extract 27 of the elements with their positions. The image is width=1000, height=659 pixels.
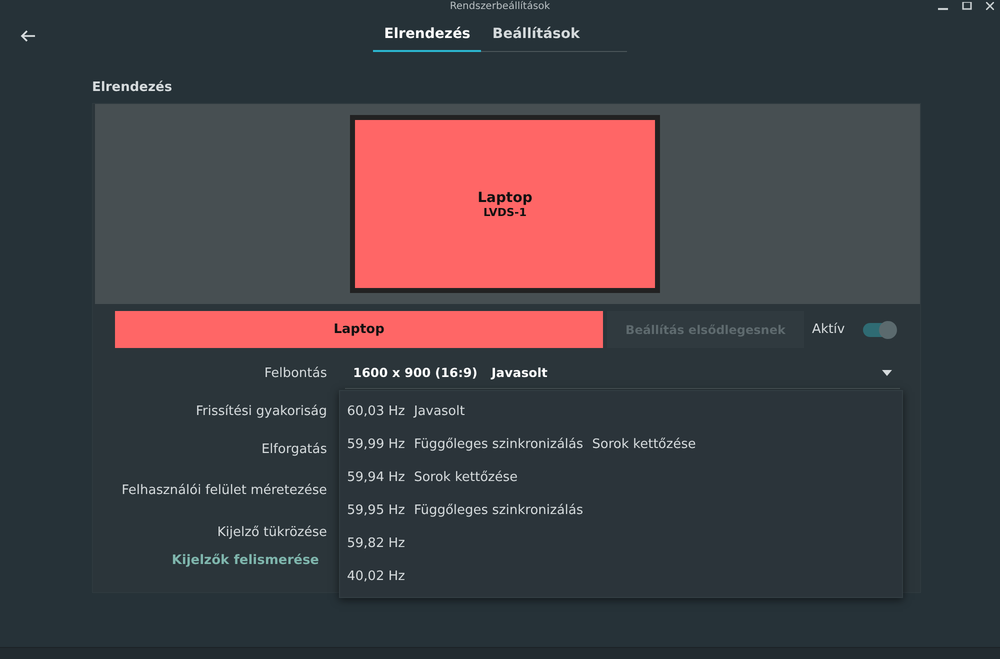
tab[interactable]: Beállítások <box>481 20 591 52</box>
caret-icon <box>882 370 892 376</box>
window-title: Rendszerbeállítások <box>450 0 550 14</box>
resolution-dropdown[interactable]: 1600 x 900 (16:9) Javasolt <box>345 357 900 389</box>
setting-label: Felbontás <box>264 366 327 380</box>
menu-item[interactable]: 40,02 Hz <box>340 560 902 593</box>
display-name-bar: Laptop <box>115 311 603 348</box>
menu-item[interactable]: 60,03 Hz Javasolt <box>340 395 902 428</box>
menu-item[interactable]: 59,95 Hz Függőleges szinkronizálás <box>340 494 902 527</box>
menu-item[interactable]: 59,82 Hz <box>340 527 902 560</box>
maximize-icon[interactable] <box>962 2 972 10</box>
close-icon[interactable] <box>986 2 994 10</box>
menu-item[interactable]: 59,94 Hz Sorok kettőzése <box>340 461 902 494</box>
active-toggle[interactable] <box>862 322 895 336</box>
tab[interactable]: Elrendezés <box>373 20 482 52</box>
back-arrow-icon[interactable] <box>20 30 36 42</box>
setting-label: Felhasználói felület méretezése <box>122 483 327 498</box>
setting-label: Frissítési gyakoriság <box>196 404 327 418</box>
monitor-connector: LVDS-1 <box>483 206 527 218</box>
active-label: Aktív <box>812 322 845 337</box>
menu-item[interactable]: 59,99 Hz Függőleges szinkronizálás Sorok kettőzése <box>340 428 902 461</box>
setting-label: Elforgatás <box>261 442 327 456</box>
setting-label: Kijelző tükrözése <box>217 524 327 540</box>
section-title: Elrendezés <box>92 80 174 97</box>
monitor-tile[interactable]: Laptop LVDS-1 <box>350 115 660 293</box>
detect-displays-link[interactable]: Kijelzők felismerése <box>172 553 327 568</box>
monitor-name: Laptop <box>478 190 532 206</box>
